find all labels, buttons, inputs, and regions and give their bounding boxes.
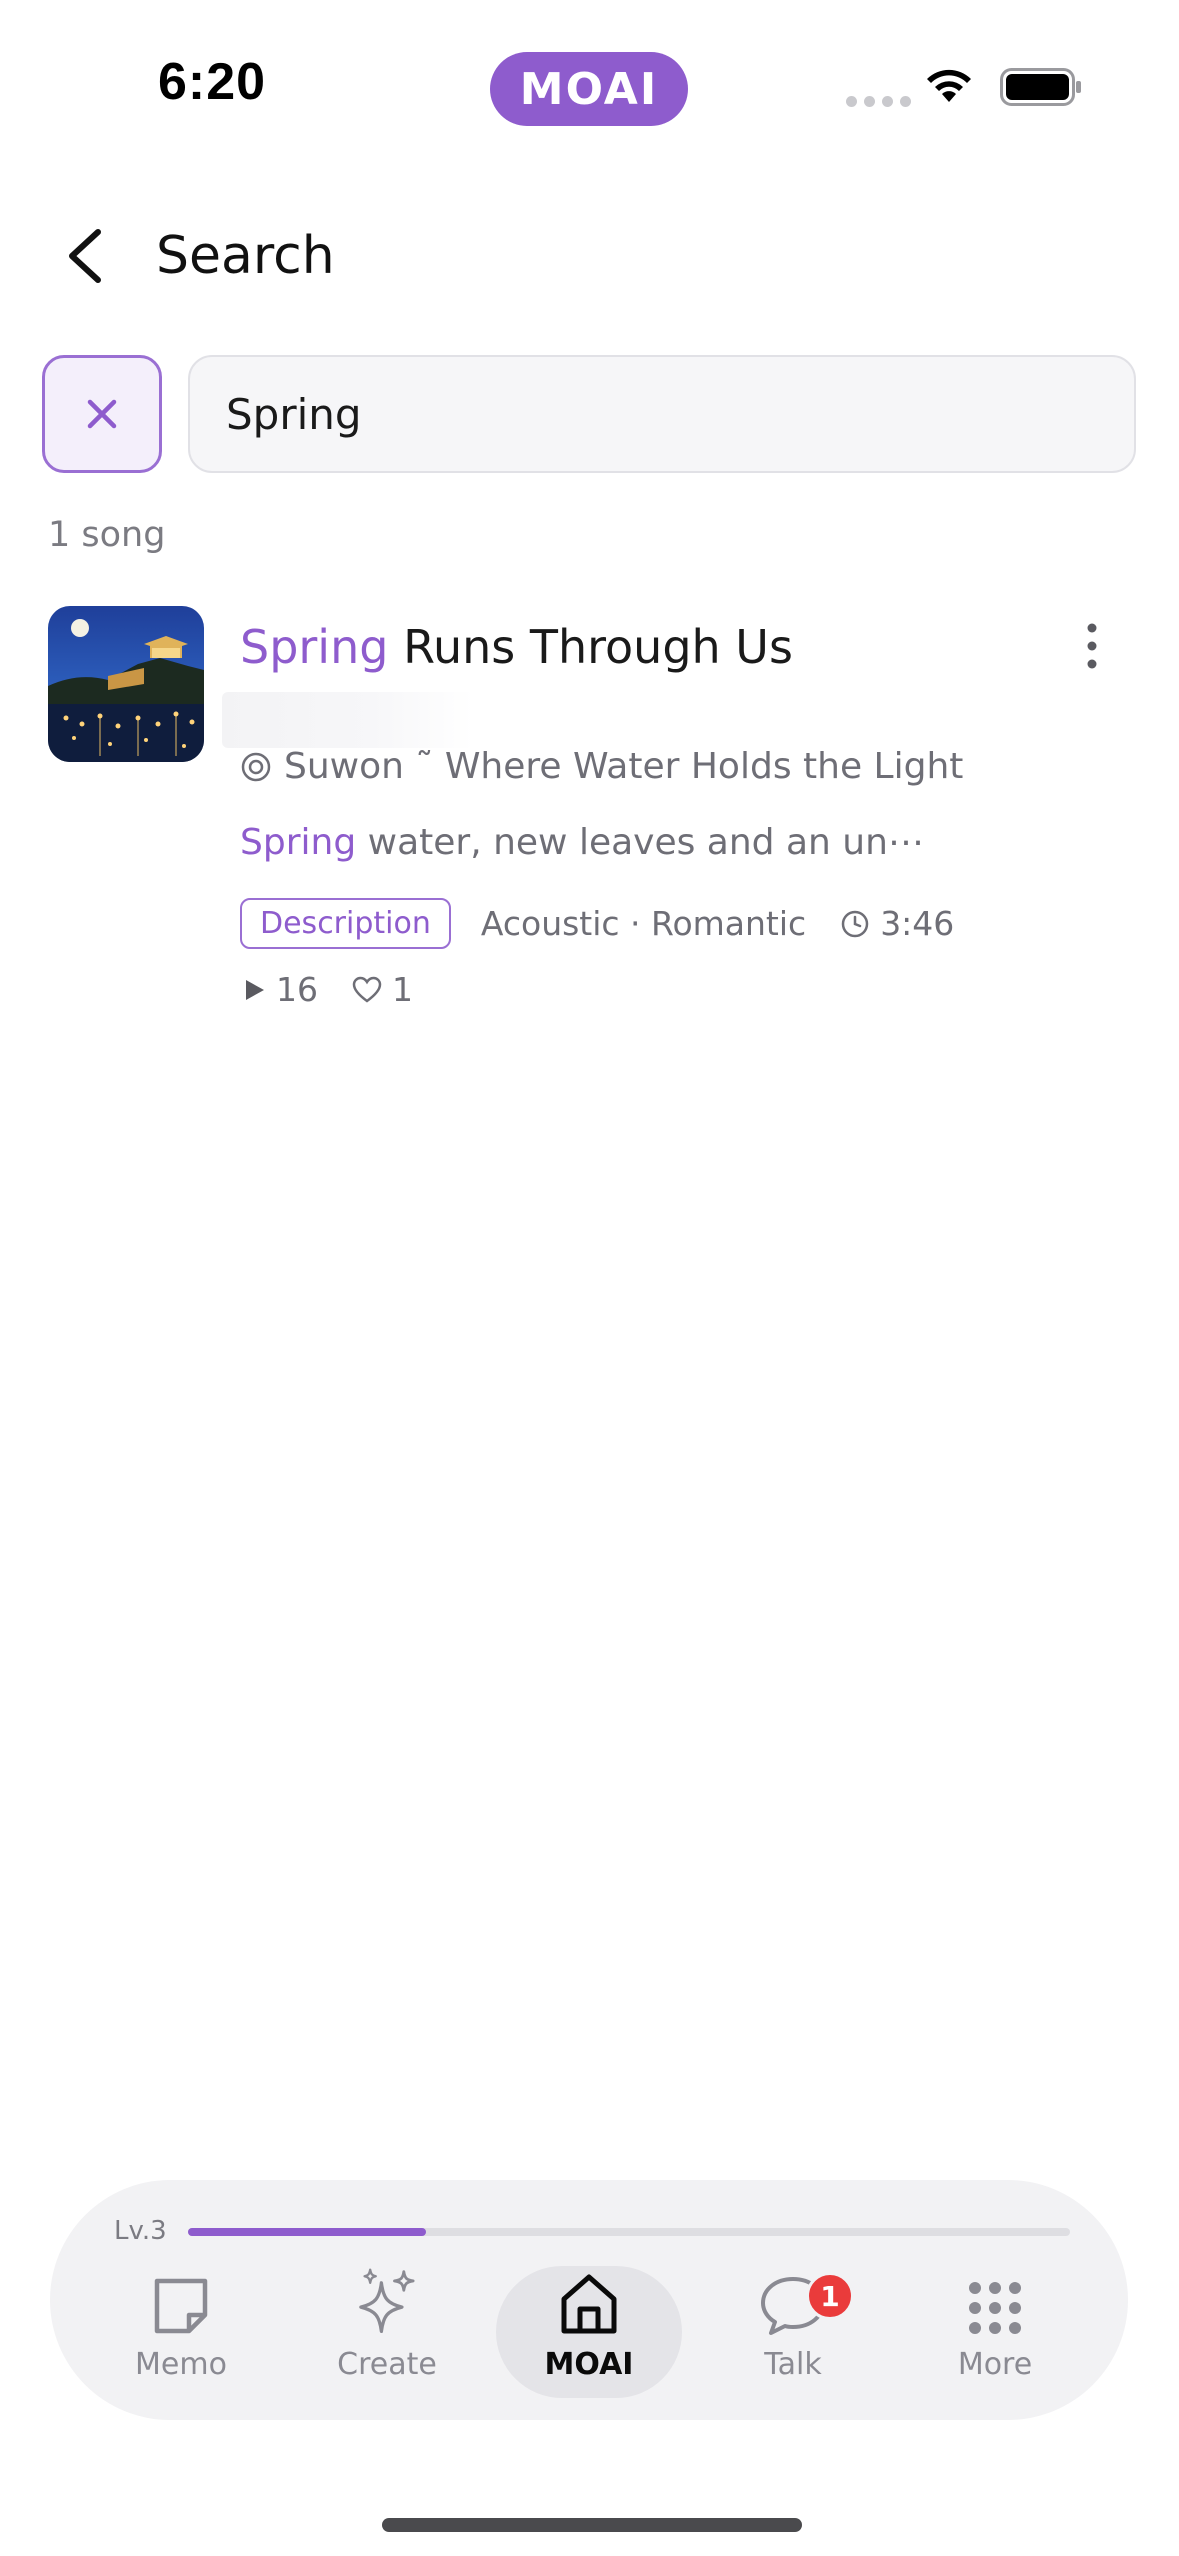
wifi-icon: [927, 69, 971, 102]
memo-icon: [154, 2278, 208, 2334]
duration-text: 3:46: [880, 904, 955, 943]
song-meta: Description Acoustic · Romantic 3:46: [240, 898, 954, 949]
level-progress-bar: [188, 2228, 1070, 2236]
tab-memo-label: Memo: [135, 2347, 227, 2382]
grid-icon: [969, 2282, 1021, 2334]
song-title-rest: Runs Through Us: [388, 620, 793, 674]
snippet-highlight: Spring: [240, 822, 357, 863]
tab-create-label: Create: [337, 2347, 437, 2382]
song-title-highlight: Spring: [240, 620, 389, 674]
tab-talk-label: Talk: [764, 2347, 822, 2382]
battery-icon: [1000, 68, 1081, 106]
tab-more-label: More: [957, 2347, 1033, 2382]
level-progress-fill: [188, 2228, 427, 2236]
tab-moai[interactable]: MOAI: [496, 2266, 682, 2398]
song-result-item[interactable]: Spring Runs Through Us Suwon ˜ Where Wat…: [0, 600, 1179, 1030]
song-cover-image: [48, 606, 204, 762]
snippet-rest: water, new leaves and an un⋯: [356, 822, 924, 863]
tab-moai-label: MOAI: [544, 2347, 634, 2382]
heart-icon: [352, 976, 382, 1003]
chevron-left-icon[interactable]: [60, 226, 114, 286]
description-badge[interactable]: Description: [240, 898, 451, 949]
song-snippet: Spring water, new leaves and an un⋯: [240, 822, 924, 863]
blurred-artist-placeholder: [222, 692, 474, 748]
song-duration: 3:46: [840, 904, 954, 943]
status-time: 6:20: [158, 53, 267, 111]
song-stats: 16 1: [244, 970, 447, 1009]
play-count-text: 16: [276, 970, 318, 1009]
location-text: Suwon ˜ Where Water Holds the Light: [284, 746, 964, 787]
tab-more[interactable]: More: [902, 2266, 1088, 2398]
like-count-text: 1: [392, 970, 413, 1009]
search-screen: 6:20 MOAI Search 1 song: [0, 0, 1179, 2556]
clock-icon: [841, 910, 869, 937]
home-indicator: [382, 2518, 802, 2532]
bottom-tab-bar: Lv.3 Memo Create MOAI Talk 1 More: [50, 2180, 1128, 2420]
clear-search-button[interactable]: [42, 355, 162, 473]
sparkle-icon: [359, 2268, 415, 2334]
like-count: 1: [352, 970, 413, 1009]
app-pill-label: MOAI: [519, 63, 659, 115]
level-label: Lv.3: [114, 2216, 167, 2246]
play-count: 16: [244, 970, 318, 1009]
play-icon: [246, 979, 264, 1000]
search-input[interactable]: [188, 355, 1136, 473]
song-location: Suwon ˜ Where Water Holds the Light: [240, 746, 963, 787]
cellular-signal-icon: [846, 96, 911, 107]
page-title: Search: [156, 226, 335, 286]
song-title[interactable]: Spring Runs Through Us: [240, 620, 793, 674]
tab-memo[interactable]: Memo: [88, 2266, 274, 2398]
tab-talk[interactable]: Talk 1: [700, 2266, 886, 2398]
song-genres: Acoustic · Romantic: [480, 904, 807, 943]
home-icon: [561, 2274, 617, 2334]
location-target-icon: [241, 752, 271, 781]
tab-create[interactable]: Create: [294, 2266, 480, 2398]
app-pill: MOAI: [490, 52, 688, 126]
talk-notification-badge: 1: [806, 2272, 854, 2320]
more-vertical-icon[interactable]: [1078, 620, 1106, 672]
close-icon: [87, 399, 117, 429]
result-count: 1 song: [48, 515, 166, 555]
